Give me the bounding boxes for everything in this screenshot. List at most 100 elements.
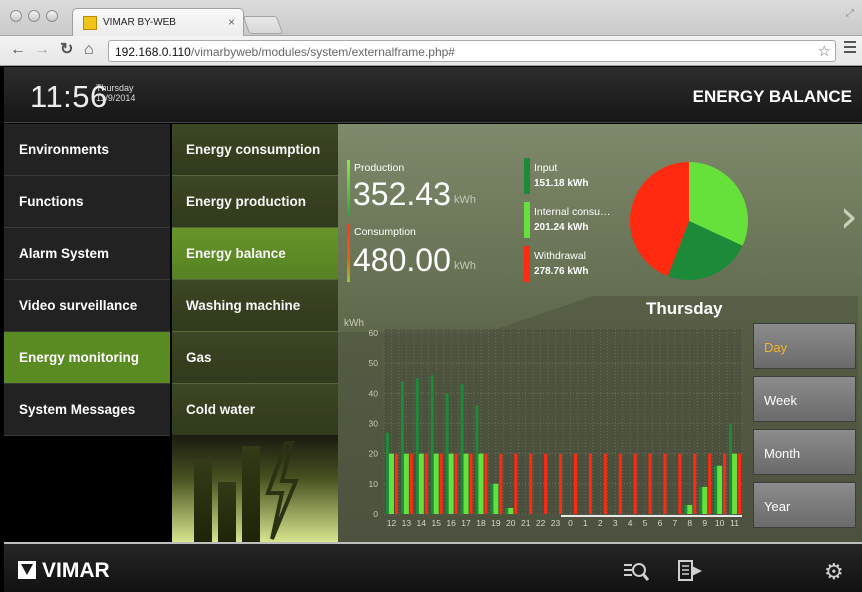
period-week-button[interactable]: Week <box>753 376 856 422</box>
bar-light-16 <box>448 453 454 514</box>
sub-menu-item-energy-production[interactable]: Energy production <box>172 176 338 228</box>
period-year-button[interactable]: Year <box>753 482 856 528</box>
x-tick-label-5: 5 <box>643 518 648 528</box>
address-bar[interactable]: 192.168.0.110/vimarbyweb/modules/system/… <box>108 40 836 62</box>
settings-gear-icon[interactable]: ⚙ <box>824 559 844 585</box>
vimar-logo-icon <box>18 561 36 579</box>
y-tick-label-0: 0 <box>373 509 378 519</box>
sub-menu-item-cold-water[interactable]: Cold water <box>172 384 338 436</box>
sub-menu-item-gas[interactable]: Gas <box>172 332 338 384</box>
browser-menu-icon[interactable] <box>844 41 856 56</box>
bar-dark-19 <box>490 483 494 514</box>
clock-weekday: Thursday <box>96 83 134 93</box>
sub-menu-item-washing-machine[interactable]: Washing machine <box>172 280 338 332</box>
bar-light-8 <box>687 504 693 514</box>
x-tick-label-20: 20 <box>506 518 516 528</box>
bar-dark-18 <box>475 405 479 514</box>
legend-internal-label: Internal consu… <box>534 206 611 218</box>
bar-red-14 <box>424 453 428 514</box>
consumption-value: 480.00 <box>353 242 451 278</box>
consumption-label: Consumption <box>354 226 416 238</box>
bar-dark-8 <box>684 504 688 514</box>
bar-red-9 <box>708 453 712 514</box>
x-tick-label-9: 9 <box>702 518 707 528</box>
x-tick-label-1: 1 <box>583 518 588 528</box>
bar-light-11 <box>732 453 738 514</box>
reload-icon[interactable]: ↻ <box>60 41 73 59</box>
main-menu-item-alarm-system[interactable]: Alarm System <box>4 228 170 280</box>
bar-light-19 <box>493 483 499 514</box>
clock-date-value: 11/9/2014 <box>96 93 136 103</box>
minimize-window-button[interactable] <box>28 10 40 22</box>
search-list-icon[interactable] <box>622 559 650 589</box>
url-text: 192.168.0.110/vimarbyweb/modules/system/… <box>115 45 455 59</box>
x-tick-label-22: 22 <box>536 518 546 528</box>
fullscreen-icon[interactable]: ⤢ <box>846 8 854 19</box>
bar-light-15 <box>433 453 439 514</box>
bar-dark-17 <box>460 384 464 514</box>
export-document-icon[interactable] <box>676 559 704 589</box>
bar-light-14 <box>418 453 424 514</box>
bookmark-star-icon[interactable]: ☆ <box>818 42 831 60</box>
x-tick-label-3: 3 <box>613 518 618 528</box>
tab-close-icon[interactable]: × <box>228 15 235 29</box>
legend-withdrawal-swatch <box>524 246 530 282</box>
zoom-window-button[interactable] <box>46 10 58 22</box>
bar-red-2 <box>603 453 607 514</box>
home-icon[interactable]: ⌂ <box>84 41 94 59</box>
next-page-arrow-icon[interactable]: › <box>840 189 858 243</box>
sub-menu: Energy consumption Energy production Ene… <box>172 124 338 436</box>
bar-red-1 <box>588 453 592 514</box>
y-tick-label-2: 20 <box>369 449 379 459</box>
clock-date: Thursday 11/9/2014 <box>96 83 135 103</box>
x-tick-label-13: 13 <box>402 518 412 528</box>
bar-red-5 <box>648 453 652 514</box>
close-window-button[interactable] <box>10 10 22 22</box>
bar-red-21 <box>529 453 533 514</box>
x-tick-label-15: 15 <box>431 518 441 528</box>
legend-input-value: 151.18 kWh <box>534 178 589 189</box>
main-menu-item-energy-monitoring[interactable]: Energy monitoring <box>4 332 170 384</box>
main-menu-item-video-surveillance[interactable]: Video surveillance <box>4 280 170 332</box>
period-month-button[interactable]: Month <box>753 429 856 475</box>
legend-input-swatch <box>524 158 530 194</box>
forward-arrow-icon[interactable]: → <box>34 41 50 59</box>
bar-red-18 <box>484 453 488 514</box>
bar-light-17 <box>463 453 469 514</box>
main-menu-item-environments[interactable]: Environments <box>4 124 170 176</box>
bar-red-13 <box>409 453 413 514</box>
bar-red-0 <box>573 453 577 514</box>
bar-dark-14 <box>415 378 419 514</box>
x-tick-label-11: 11 <box>730 518 739 528</box>
url-host: 192.168.0.110 <box>115 45 191 59</box>
vimar-favicon-icon <box>83 16 97 30</box>
sub-menu-item-energy-consumption[interactable]: Energy consumption <box>172 124 338 176</box>
bar-light-9 <box>702 486 708 514</box>
production-value: 352.43 <box>353 176 451 212</box>
bar-light-10 <box>717 465 723 514</box>
main-menu: Environments Functions Alarm System Vide… <box>4 124 170 542</box>
sub-menu-item-energy-balance[interactable]: Energy balance <box>172 228 338 280</box>
main-menu-item-system-messages[interactable]: System Messages <box>4 384 170 436</box>
energy-pie-chart <box>630 162 748 280</box>
browser-tab[interactable]: VIMAR BY-WEB × <box>72 8 244 36</box>
legend-withdrawal-label: Withdrawal <box>534 250 586 262</box>
hourly-energy-bar-chart: kWh010203040506012 13 14 15 16 17 18 19 20 21 22 23… <box>344 318 743 528</box>
x-tick-label-8: 8 <box>687 518 692 528</box>
bar-dark-9 <box>699 486 703 514</box>
tab-title: VIMAR BY-WEB <box>103 17 176 28</box>
bar-red-10 <box>723 453 727 514</box>
day-boundary-marker <box>561 515 742 517</box>
main-menu-item-functions[interactable]: Functions <box>4 176 170 228</box>
production-unit: kWh <box>454 194 476 206</box>
back-arrow-icon[interactable]: ← <box>10 41 26 59</box>
period-day-button[interactable]: Day <box>753 323 856 369</box>
bar-red-7 <box>678 453 682 514</box>
new-tab-button[interactable] <box>242 16 284 34</box>
consumption-unit: kWh <box>454 260 476 272</box>
x-tick-label-17: 17 <box>461 518 471 528</box>
x-tick-label-10: 10 <box>715 518 725 528</box>
consumption-indicator <box>347 224 350 282</box>
bar-dark-15 <box>430 375 434 514</box>
bar-red-20 <box>514 453 518 514</box>
